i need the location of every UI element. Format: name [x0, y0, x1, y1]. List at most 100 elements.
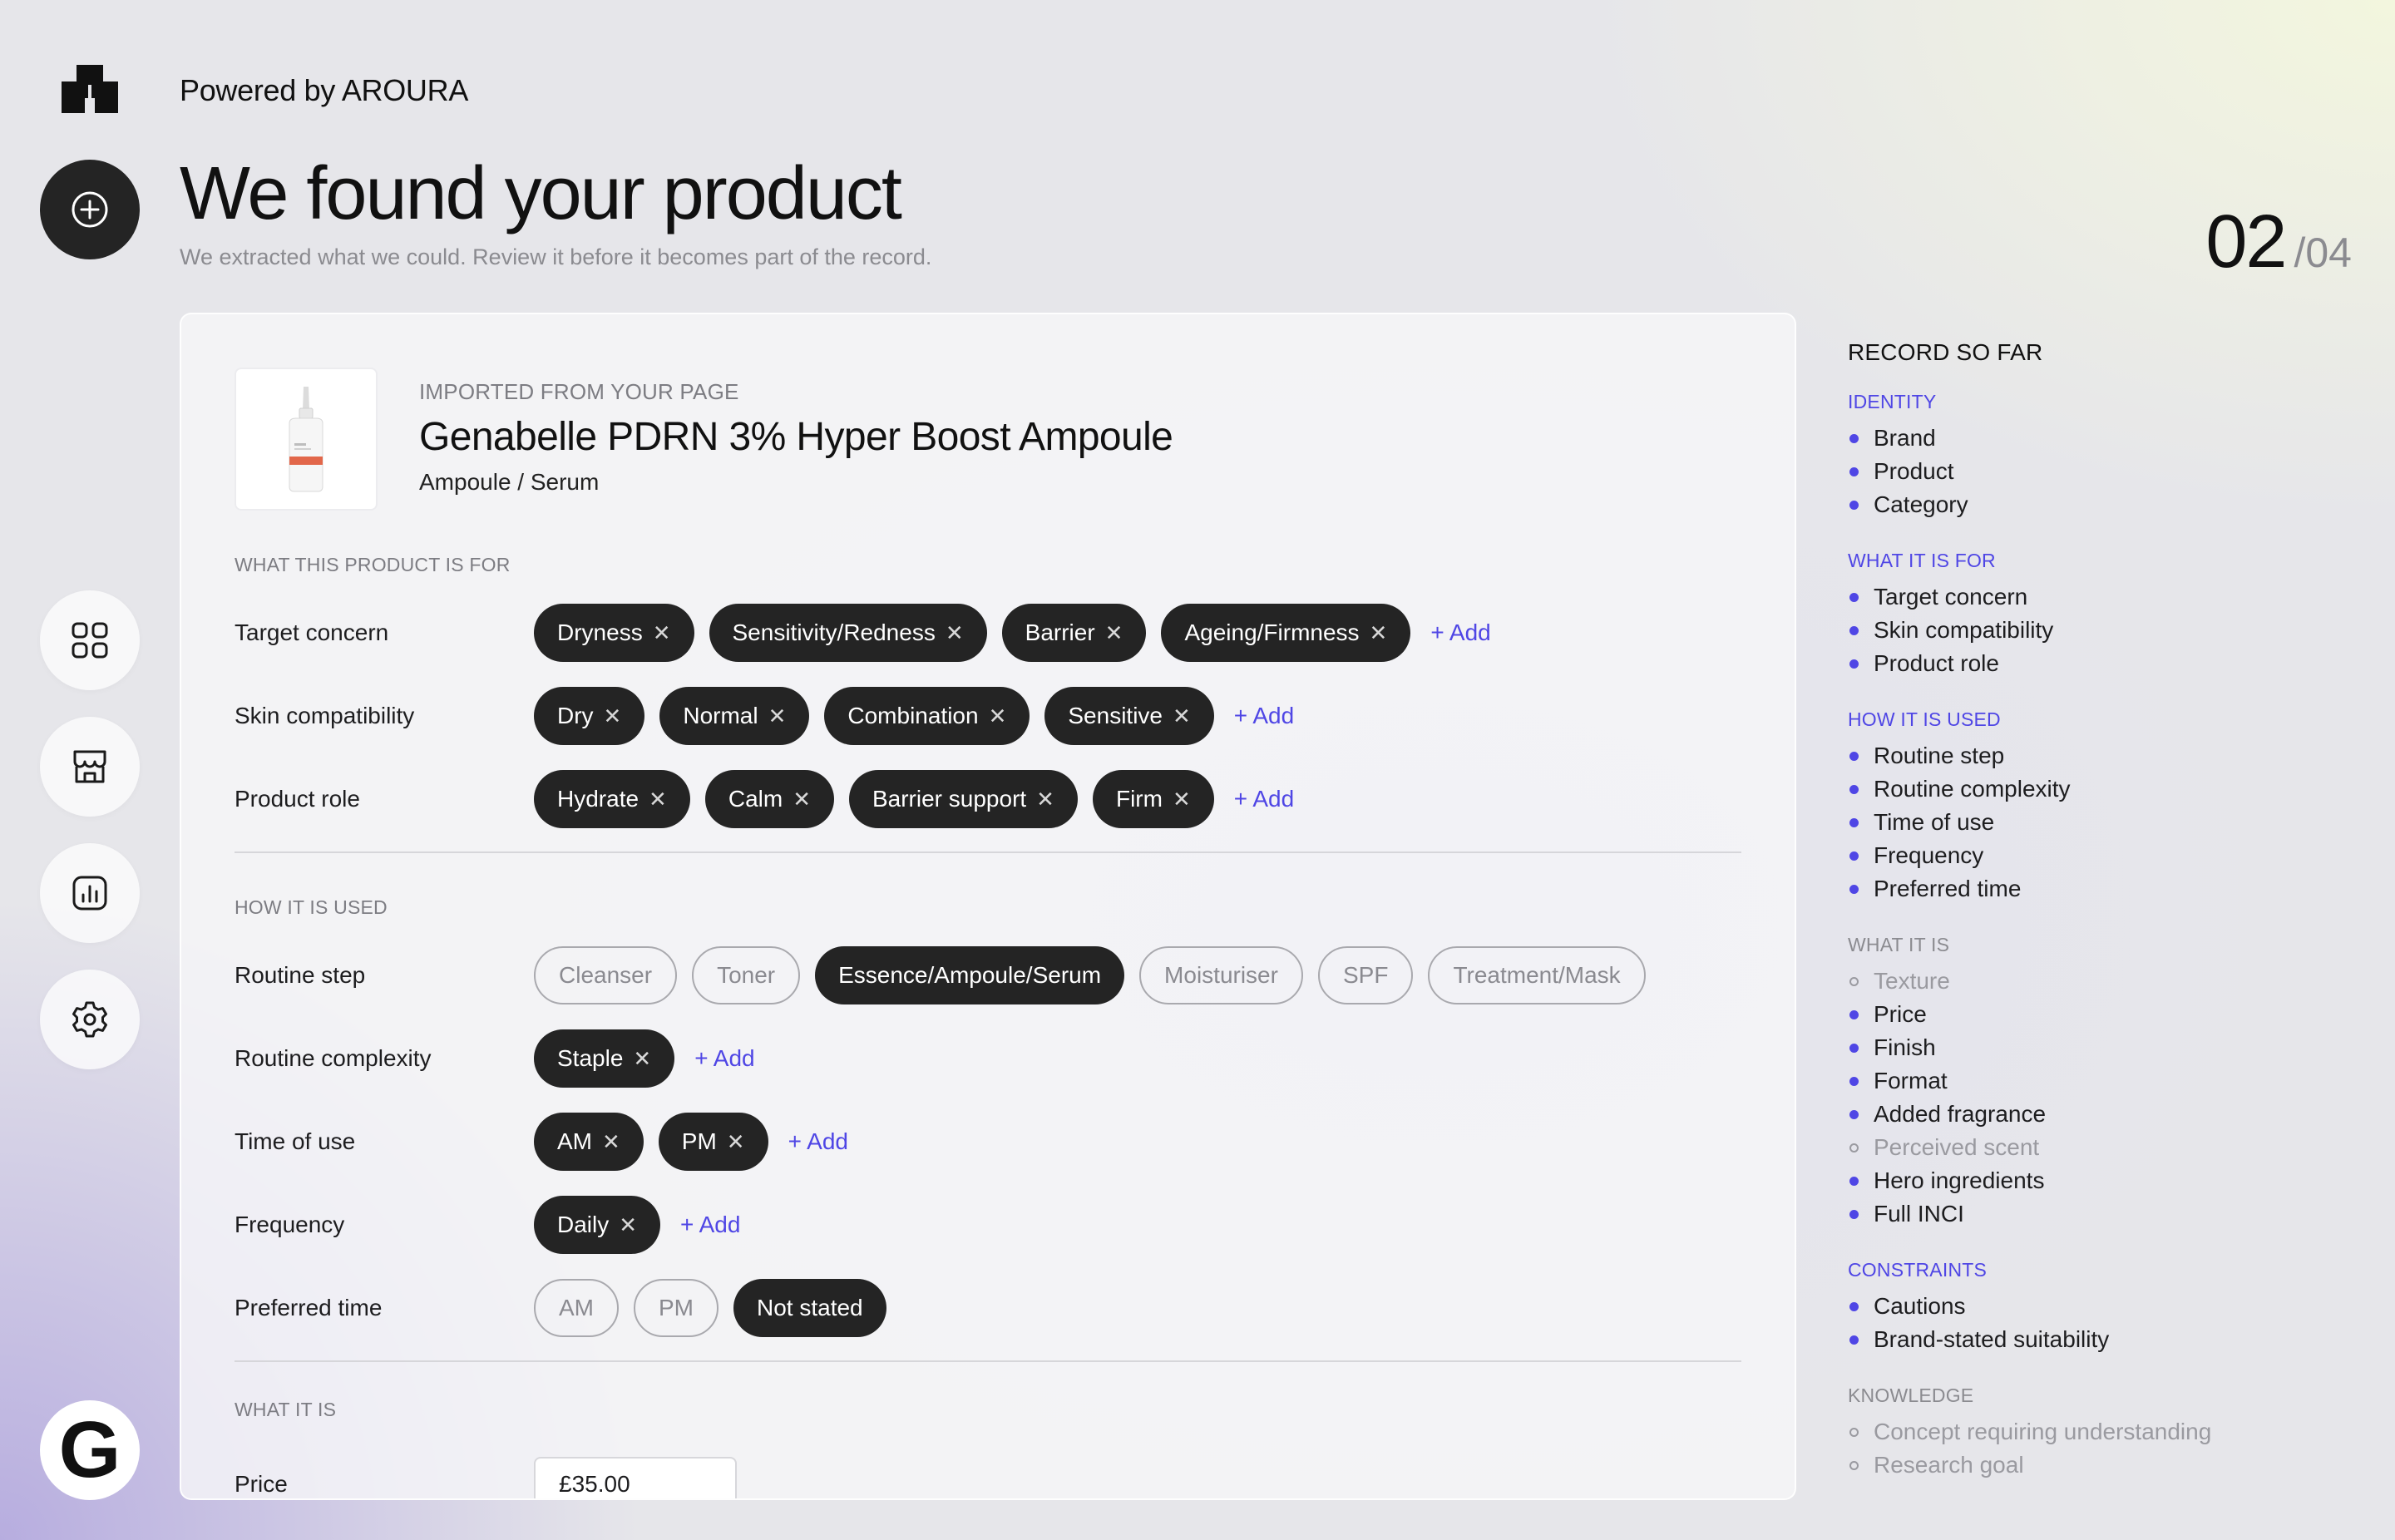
- remove-icon[interactable]: ✕: [1173, 703, 1191, 729]
- nav-settings-button[interactable]: [40, 970, 140, 1069]
- chip-dry[interactable]: Dry ✕: [534, 687, 645, 745]
- remove-icon[interactable]: ✕: [633, 1046, 651, 1072]
- record-item-label: Research goal: [1874, 1452, 2024, 1478]
- record-item-label: Preferred time: [1874, 876, 2022, 901]
- page-title: We found your product: [180, 152, 902, 235]
- remove-icon[interactable]: ✕: [1173, 787, 1191, 812]
- record-item[interactable]: Routine step: [1848, 739, 2363, 772]
- filled-dot-icon: [1849, 1176, 1859, 1186]
- add-time-of-use-button[interactable]: + Add: [788, 1128, 848, 1155]
- record-item[interactable]: Research goal: [1848, 1449, 2363, 1482]
- record-item[interactable]: Hero ingredients: [1848, 1164, 2363, 1197]
- page-subtitle: We extracted what we could. Review it be…: [180, 244, 932, 269]
- nav-analytics-button[interactable]: [40, 843, 140, 943]
- record-item[interactable]: Format: [1848, 1064, 2363, 1098]
- chip-combination[interactable]: Combination ✕: [824, 687, 1030, 745]
- remove-icon[interactable]: ✕: [946, 620, 964, 646]
- option-not-stated[interactable]: Not stated: [733, 1279, 886, 1337]
- chip-am[interactable]: AM ✕: [534, 1113, 644, 1171]
- nav-dashboard-button[interactable]: [40, 590, 140, 690]
- record-item[interactable]: Full INCI: [1848, 1197, 2363, 1231]
- filled-dot-icon: [1849, 1335, 1859, 1345]
- time-of-use-row: Time of use AM ✕ PM ✕ + Add: [235, 1113, 1741, 1171]
- record-item-label: Finish: [1874, 1034, 1936, 1060]
- chip-normal[interactable]: Normal ✕: [659, 687, 810, 745]
- nav-store-button[interactable]: [40, 717, 140, 817]
- option-essence-ampoule-serum[interactable]: Essence/Ampoule/Serum: [815, 946, 1125, 1004]
- row-label: Time of use: [235, 1128, 356, 1154]
- record-item[interactable]: Routine complexity: [1848, 772, 2363, 806]
- remove-icon[interactable]: ✕: [727, 1129, 745, 1155]
- option-cleanser[interactable]: Cleanser: [534, 946, 678, 1004]
- filled-dot-icon: [1849, 1043, 1859, 1053]
- chip-calm[interactable]: Calm ✕: [704, 770, 834, 828]
- remove-icon[interactable]: ✕: [989, 703, 1007, 729]
- chip-hydrate[interactable]: Hydrate ✕: [534, 770, 690, 828]
- section-label-for: WHAT THIS PRODUCT IS FOR: [235, 554, 511, 575]
- chip-firm[interactable]: Firm ✕: [1092, 770, 1214, 828]
- option-pm[interactable]: PM: [634, 1279, 718, 1337]
- chip-staple[interactable]: Staple ✕: [534, 1029, 675, 1088]
- remove-icon[interactable]: ✕: [768, 703, 787, 729]
- new-product-button[interactable]: [40, 160, 140, 259]
- grid-icon: [72, 622, 108, 659]
- record-group-title: WHAT IT IS FOR: [1848, 550, 1996, 571]
- chip-daily[interactable]: Daily ✕: [534, 1196, 661, 1254]
- record-item[interactable]: Cautions: [1848, 1290, 2363, 1323]
- record-item[interactable]: Perceived scent: [1848, 1131, 2363, 1164]
- record-item[interactable]: Product: [1848, 455, 2363, 488]
- filled-dot-icon: [1849, 784, 1859, 794]
- product-thumbnail: [235, 368, 378, 511]
- remove-icon[interactable]: ✕: [1036, 787, 1054, 812]
- record-item-label: Hero ingredients: [1874, 1167, 2045, 1193]
- gear-icon: [72, 1001, 107, 1038]
- record-item[interactable]: Added fragrance: [1848, 1098, 2363, 1131]
- record-item[interactable]: Price: [1848, 998, 2363, 1031]
- option-treatment-mask[interactable]: Treatment/Mask: [1428, 946, 1646, 1004]
- record-item[interactable]: Brand-stated suitability: [1848, 1323, 2363, 1356]
- record-item[interactable]: Skin compatibility: [1848, 614, 2363, 647]
- add-skin-compatibility-button[interactable]: + Add: [1234, 703, 1294, 729]
- add-frequency-button[interactable]: + Add: [680, 1212, 740, 1238]
- powered-by-label: Powered by AROURA: [180, 73, 469, 107]
- remove-icon[interactable]: ✕: [619, 1212, 637, 1238]
- add-target-concern-button[interactable]: + Add: [1430, 619, 1490, 646]
- chip-sensitive[interactable]: Sensitive ✕: [1044, 687, 1214, 745]
- record-item-label: Added fragrance: [1874, 1101, 2047, 1127]
- remove-icon[interactable]: ✕: [653, 620, 671, 646]
- chip-sensitivity-redness[interactable]: Sensitivity/Redness ✕: [709, 604, 987, 662]
- record-item[interactable]: Texture: [1848, 965, 2363, 998]
- option-am[interactable]: AM: [534, 1279, 619, 1337]
- record-item[interactable]: Time of use: [1848, 806, 2363, 839]
- record-item[interactable]: Preferred time: [1848, 872, 2363, 906]
- remove-icon[interactable]: ✕: [604, 703, 622, 729]
- remove-icon[interactable]: ✕: [1105, 620, 1123, 646]
- routine-step-row: Routine step Cleanser Toner Essence/Ampo…: [235, 946, 1741, 1004]
- chip-dryness[interactable]: Dryness ✕: [534, 604, 694, 662]
- add-routine-complexity-button[interactable]: + Add: [694, 1045, 754, 1072]
- add-product-role-button[interactable]: + Add: [1234, 786, 1294, 812]
- remove-icon[interactable]: ✕: [649, 787, 667, 812]
- chip-pm[interactable]: PM ✕: [658, 1113, 768, 1171]
- record-item[interactable]: Concept requiring understanding: [1848, 1415, 2363, 1449]
- record-item[interactable]: Product role: [1848, 647, 2363, 680]
- remove-icon[interactable]: ✕: [793, 787, 811, 812]
- option-spf[interactable]: SPF: [1317, 946, 1414, 1004]
- price-input[interactable]: £35.00: [534, 1457, 737, 1498]
- record-item[interactable]: Frequency: [1848, 839, 2363, 872]
- chip-barrier[interactable]: Barrier ✕: [1001, 604, 1147, 662]
- product-role-row: Product role Hydrate ✕ Calm ✕ Barrier supp…: [235, 770, 1741, 828]
- record-item-label: Product: [1874, 458, 1954, 484]
- record-group: IDENTITY Brand Product Category: [1848, 391, 2363, 521]
- remove-icon[interactable]: ✕: [602, 1129, 620, 1155]
- record-item[interactable]: Category: [1848, 488, 2363, 521]
- record-item[interactable]: Brand: [1848, 422, 2363, 455]
- record-item[interactable]: Target concern: [1848, 580, 2363, 614]
- chip-ageing-firmness[interactable]: Ageing/Firmness ✕: [1161, 604, 1411, 662]
- brand-avatar[interactable]: G: [40, 1400, 140, 1500]
- option-toner[interactable]: Toner: [692, 946, 801, 1004]
- option-moisturiser[interactable]: Moisturiser: [1139, 946, 1303, 1004]
- record-item[interactable]: Finish: [1848, 1031, 2363, 1064]
- chip-barrier-support[interactable]: Barrier support ✕: [848, 770, 1078, 828]
- remove-icon[interactable]: ✕: [1370, 620, 1388, 646]
